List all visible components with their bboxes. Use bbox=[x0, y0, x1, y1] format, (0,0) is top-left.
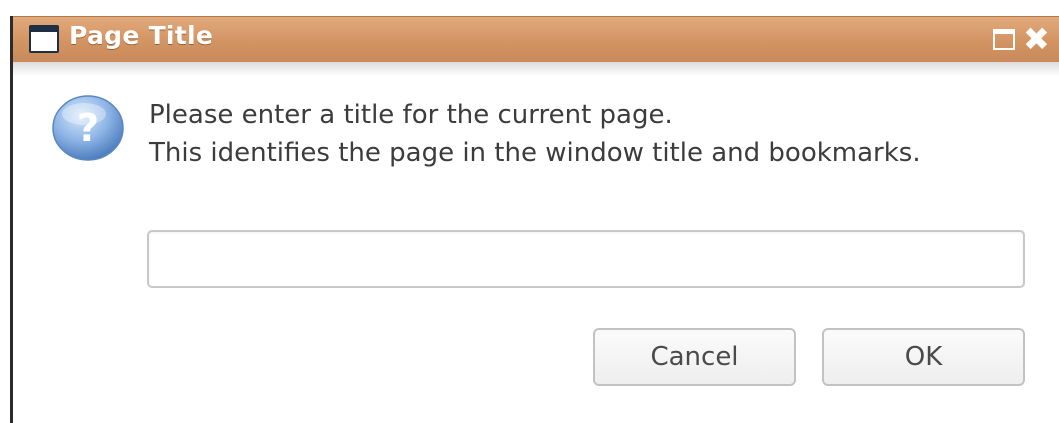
title-bar-shadow bbox=[13, 62, 1059, 76]
close-icon[interactable]: ✖ bbox=[1023, 20, 1050, 58]
page-title-dialog: Page Title ✖ ? Please enter a title for … bbox=[10, 16, 1059, 423]
question-icon: ? bbox=[52, 95, 124, 161]
window-title: Page Title bbox=[69, 21, 214, 50]
svg-text:?: ? bbox=[77, 106, 99, 150]
window-icon bbox=[29, 25, 59, 53]
dialog-message: Please enter a title for the current pag… bbox=[149, 96, 921, 172]
page-title-input[interactable] bbox=[147, 230, 1025, 288]
message-line-1: Please enter a title for the current pag… bbox=[149, 100, 673, 130]
title-bar[interactable]: Page Title ✖ bbox=[13, 16, 1059, 62]
maximize-icon[interactable] bbox=[993, 29, 1015, 50]
ok-button[interactable]: OK bbox=[822, 328, 1025, 386]
message-line-2: This identifies the page in the window t… bbox=[149, 138, 921, 168]
cancel-button[interactable]: Cancel bbox=[593, 328, 796, 386]
